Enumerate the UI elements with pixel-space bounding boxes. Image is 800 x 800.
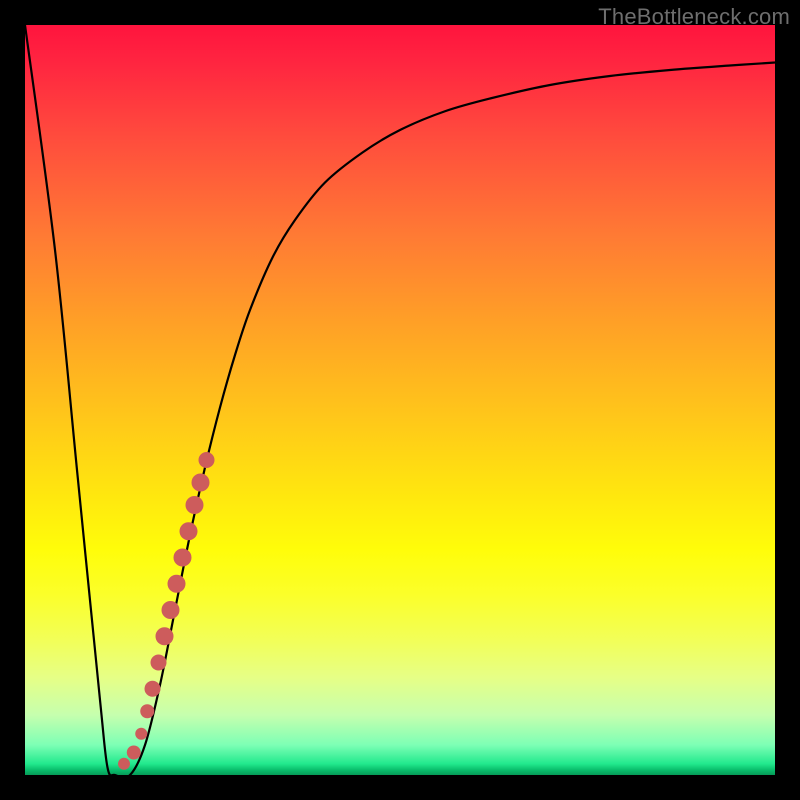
highlight-dot (174, 549, 192, 567)
chart-frame: TheBottleneck.com (0, 0, 800, 800)
highlight-dot (140, 704, 154, 718)
watermark-text: TheBottleneck.com (598, 4, 790, 30)
highlight-dot (186, 496, 204, 514)
highlight-dot (168, 575, 186, 593)
highlight-dot (180, 522, 198, 540)
highlight-dot (127, 746, 141, 760)
marker-layer (25, 25, 775, 775)
highlight-dot (118, 758, 130, 770)
highlight-dot (199, 452, 215, 468)
highlight-dot (156, 627, 174, 645)
plot-area (25, 25, 775, 775)
highlight-dot (145, 681, 161, 697)
highlight-dot (192, 474, 210, 492)
highlight-dot (151, 655, 167, 671)
highlight-dot (135, 728, 147, 740)
highlight-dot (162, 601, 180, 619)
